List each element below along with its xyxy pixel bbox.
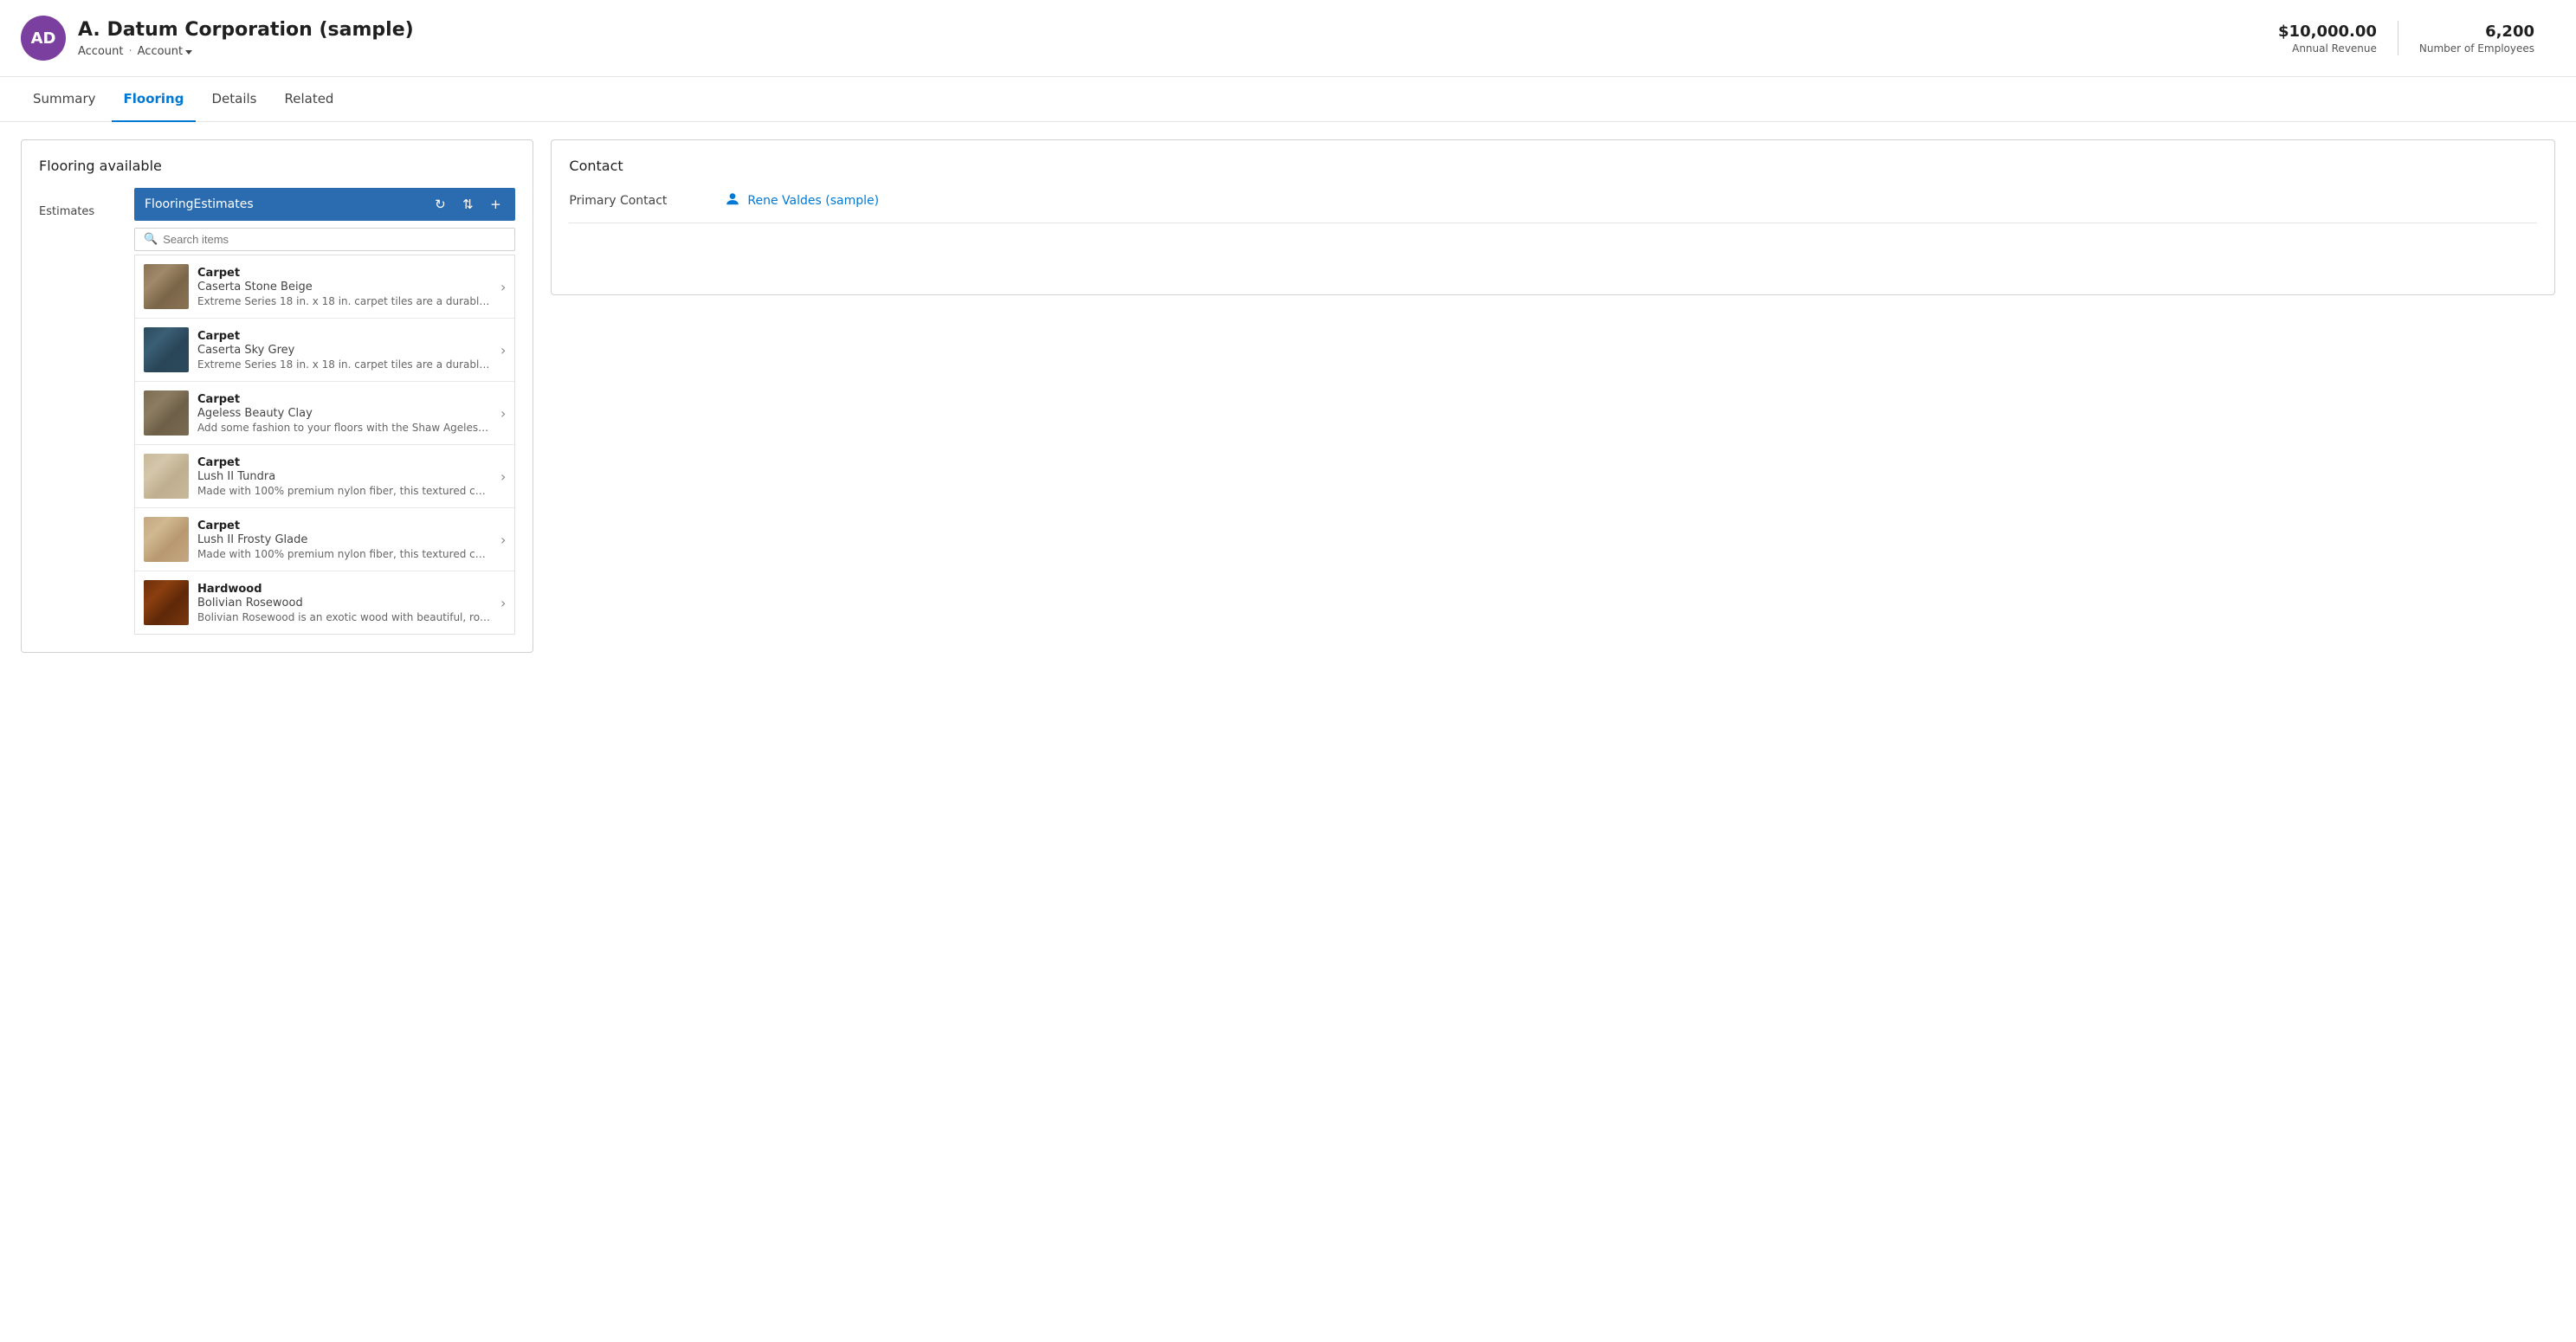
item-info-2: Carpet Caserta Sky Grey Extreme Series 1… [197,330,492,371]
item-name-6: Bolivian Rosewood [197,597,492,610]
annual-revenue-label: Annual Revenue [2278,42,2377,55]
tab-details[interactable]: Details [199,77,268,122]
list-item[interactable]: Carpet Lush II Frosty Glade Made with 10… [135,508,514,571]
person-icon [725,191,740,210]
item-info-3: Carpet Ageless Beauty Clay Add some fash… [197,393,492,434]
search-input[interactable] [163,233,506,246]
breadcrumb: Account · Account [78,45,2257,58]
main-content: Flooring available Estimates FlooringEst… [0,122,2576,670]
company-name: A. Datum Corporation (sample) [78,18,2257,43]
annual-revenue-value: $10,000.00 [2278,23,2377,41]
employees-label: Number of Employees [2419,42,2534,55]
nav-tabs: Summary Flooring Details Related [0,77,2576,122]
primary-contact-link[interactable]: Rene Valdes (sample) [747,194,879,208]
item-name-4: Lush II Tundra [197,470,492,483]
item-name-5: Lush II Frosty Glade [197,533,492,546]
item-type-4: Carpet [197,456,492,469]
flooring-panel: Flooring available Estimates FlooringEst… [21,139,533,653]
item-type-3: Carpet [197,393,492,406]
breadcrumb-separator: · [129,45,132,58]
list-item[interactable]: Carpet Caserta Sky Grey Extreme Series 1… [135,319,514,382]
item-desc-6: Bolivian Rosewood is an exotic wood with… [197,611,492,623]
list-item[interactable]: Carpet Ageless Beauty Clay Add some fash… [135,382,514,445]
item-info-4: Carpet Lush II Tundra Made with 100% pre… [197,456,492,497]
item-info-1: Carpet Caserta Stone Beige Extreme Serie… [197,267,492,307]
header-title-section: A. Datum Corporation (sample) Account · … [78,18,2257,59]
page-header: AD A. Datum Corporation (sample) Account… [0,0,2576,77]
list-item[interactable]: Hardwood Bolivian Rosewood Bolivian Rose… [135,571,514,634]
contact-panel: Contact Primary Contact Rene Valdes (sam… [551,139,2555,295]
item-info-6: Hardwood Bolivian Rosewood Bolivian Rose… [197,583,492,623]
employees-value: 6,200 [2419,23,2534,41]
breadcrumb-dropdown[interactable]: Account [138,45,193,58]
employees-stat: 6,200 Number of Employees [2398,23,2555,55]
estimates-section-label-col: Estimates [39,188,134,635]
item-type-2: Carpet [197,330,492,343]
breadcrumb-account-label[interactable]: Account [78,45,124,58]
sort-icon[interactable]: ⇅ [458,195,477,214]
flooring-panel-title: Flooring available [39,158,515,174]
item-thumbnail-5 [144,517,189,562]
flooring-estimates-label: FlooringEstimates [145,197,422,211]
annual-revenue-stat: $10,000.00 Annual Revenue [2257,23,2398,55]
tab-summary[interactable]: Summary [21,77,108,122]
refresh-icon[interactable]: ↻ [430,195,449,214]
item-chevron-icon-1: › [500,279,506,295]
flooring-estimates-bar: FlooringEstimates ↻ ⇅ + [134,188,515,221]
search-icon: 🔍 [144,233,158,246]
item-desc-4: Made with 100% premium nylon fiber, this… [197,485,492,497]
estimates-section-label: Estimates [39,205,94,218]
item-type-6: Hardwood [197,583,492,596]
item-desc-1: Extreme Series 18 in. x 18 in. carpet ti… [197,295,492,307]
item-name-1: Caserta Stone Beige [197,281,492,294]
list-item[interactable]: Carpet Caserta Stone Beige Extreme Serie… [135,255,514,319]
item-thumbnail-3 [144,390,189,436]
contact-row: Primary Contact Rene Valdes (sample) [569,191,2537,223]
tab-related[interactable]: Related [272,77,345,122]
header-stats: $10,000.00 Annual Revenue 6,200 Number o… [2257,21,2555,55]
item-desc-2: Extreme Series 18 in. x 18 in. carpet ti… [197,358,492,371]
item-name-3: Ageless Beauty Clay [197,407,492,420]
item-chevron-icon-2: › [500,342,506,358]
item-type-5: Carpet [197,519,492,532]
estimates-content-col: FlooringEstimates ↻ ⇅ + 🔍 Carpet [134,188,515,635]
avatar: AD [21,16,66,61]
contact-value: Rene Valdes (sample) [725,191,879,210]
item-chevron-icon-3: › [500,405,506,422]
add-icon[interactable]: + [486,195,505,214]
item-thumbnail-6 [144,580,189,625]
item-desc-3: Add some fashion to your floors with the… [197,422,492,434]
item-thumbnail-2 [144,327,189,372]
item-type-1: Carpet [197,267,492,280]
search-box: 🔍 [134,228,515,251]
item-thumbnail-4 [144,454,189,499]
item-chevron-icon-6: › [500,595,506,611]
flooring-item-list: Carpet Caserta Stone Beige Extreme Serie… [134,255,515,635]
contact-panel-title: Contact [569,158,2537,174]
item-thumbnail-1 [144,264,189,309]
item-chevron-icon-5: › [500,532,506,548]
list-item[interactable]: Carpet Lush II Tundra Made with 100% pre… [135,445,514,508]
tab-flooring[interactable]: Flooring [112,77,197,122]
flooring-panel-inner: Estimates FlooringEstimates ↻ ⇅ + 🔍 [39,188,515,635]
primary-contact-label: Primary Contact [569,194,707,208]
breadcrumb-account-type: Account [138,45,184,58]
item-name-2: Caserta Sky Grey [197,344,492,357]
item-info-5: Carpet Lush II Frosty Glade Made with 10… [197,519,492,560]
item-chevron-icon-4: › [500,468,506,485]
chevron-down-icon [185,50,192,55]
item-desc-5: Made with 100% premium nylon fiber, this… [197,548,492,560]
